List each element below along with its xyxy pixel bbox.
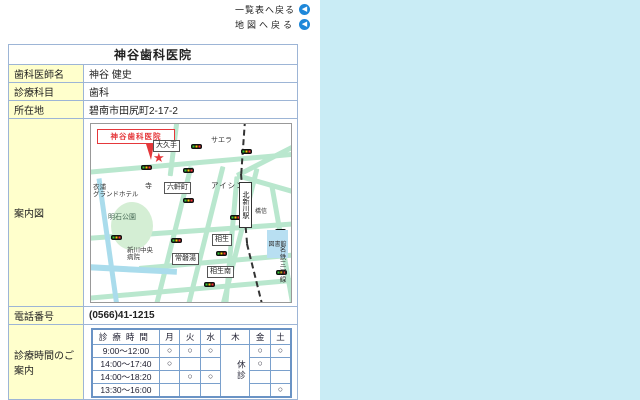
day-header-fri: 金 — [250, 329, 271, 344]
traffic-signal-icon — [183, 198, 194, 203]
schedule-time-header: 診療時間 — [92, 329, 159, 344]
map-label-hospital: 新川中央 病院 — [127, 247, 153, 262]
map-label-park: 明石公園 — [108, 214, 136, 222]
map-label-hashinobu: 橋信 — [255, 209, 267, 216]
map-label-railway: 名鉄三河線 — [276, 246, 286, 284]
open-mark: ○ — [180, 370, 201, 383]
map-label: 案内図 — [9, 119, 84, 307]
page: 一覧表へ戻る ◀ 地図へ戻る ◀ 神谷歯科医院 歯科医師名 神谷 健史 診療科目… — [0, 0, 640, 400]
map-label-aioi: 相生 — [212, 234, 232, 246]
table-row-department: 診療科目 歯科 — [9, 83, 298, 101]
phone-label: 電話番号 — [9, 307, 84, 325]
map-label-station: 北新川駅 — [239, 182, 252, 228]
time-slot: 13:30～16:00 — [92, 383, 159, 397]
time-slot: 14:00～17:40 — [92, 357, 159, 370]
traffic-signal-icon — [141, 165, 152, 170]
map-label-hotel: 衣浦 グランドホテル — [93, 184, 139, 199]
traffic-signal-icon — [183, 168, 194, 173]
table-row-schedule: 診療時間のご案内 診療時間 月 火 水 木 金 土 9:00～12:00 ○ — [9, 325, 298, 400]
clinic-title: 神谷歯科医院 — [9, 45, 298, 65]
map-label-okute: 大久手 — [153, 140, 180, 152]
dentist-name-label: 歯科医師名 — [9, 65, 84, 83]
table-row-address: 所在地 碧南市田尻町2-17-2 — [9, 101, 298, 119]
table-header-row: 神谷歯科医院 — [9, 45, 298, 65]
time-slot: 9:00～12:00 — [92, 344, 159, 357]
schedule-row: 14:00～17:40 ○ ○ — [92, 357, 291, 370]
time-slot: 14:00～18:20 — [92, 370, 159, 383]
schedule-row: 14:00～18:20 ○ ○ — [92, 370, 291, 383]
open-mark: ○ — [200, 370, 221, 383]
back-to-map-label[interactable]: 地図へ戻る — [235, 18, 295, 31]
day-header-thu: 木 — [221, 329, 250, 344]
open-mark — [180, 383, 201, 397]
schedule-label: 診療時間のご案内 — [9, 325, 84, 400]
open-mark: ○ — [250, 344, 271, 357]
map-label-aioi-minami: 相生南 — [207, 266, 234, 278]
top-nav: 一覧表へ戻る ◀ 地図へ戻る ◀ — [180, 3, 310, 31]
open-mark: ○ — [159, 357, 180, 370]
closed-thursday-cell: 休診 — [221, 344, 250, 397]
department-value: 歯科 — [84, 83, 298, 101]
railway-line — [246, 243, 263, 302]
map-label-rokkencho: 六軒町 — [164, 182, 191, 194]
open-mark: ○ — [270, 383, 291, 397]
traffic-signal-icon — [216, 251, 227, 256]
address-label: 所在地 — [9, 101, 84, 119]
open-mark: ○ — [180, 344, 201, 357]
dentist-name-value: 神谷 健史 — [84, 65, 298, 83]
table-row-phone: 電話番号 (0566)41-1215 — [9, 307, 298, 325]
phone-value: (0566)41-1215 — [84, 307, 298, 325]
back-to-list-link[interactable]: 一覧表へ戻る ◀ — [235, 3, 310, 16]
traffic-signal-icon — [171, 238, 182, 243]
table-row-map: 案内図 — [9, 119, 298, 307]
traffic-signal-icon — [191, 144, 202, 149]
schedule-table: 診療時間 月 火 水 木 金 土 9:00～12:00 ○ ○ ○ 休診 — [91, 328, 292, 398]
open-mark: ○ — [250, 357, 271, 370]
open-mark — [200, 383, 221, 397]
open-mark — [200, 357, 221, 370]
day-header-tue: 火 — [180, 329, 201, 344]
open-mark — [180, 357, 201, 370]
back-circle-icon[interactable]: ◀ — [299, 4, 310, 15]
open-mark — [270, 357, 291, 370]
clinic-info-table: 神谷歯科医院 歯科医師名 神谷 健史 診療科目 歯科 所在地 碧南市田尻町2-1… — [8, 44, 298, 400]
traffic-signal-icon — [241, 149, 252, 154]
schedule-header-row: 診療時間 月 火 水 木 金 土 — [92, 329, 291, 344]
open-mark — [159, 383, 180, 397]
schedule-row: 9:00～12:00 ○ ○ ○ 休診 ○ ○ — [92, 344, 291, 357]
park-area — [111, 202, 153, 250]
open-mark — [250, 383, 271, 397]
traffic-signal-icon — [111, 235, 122, 240]
day-header-mon: 月 — [159, 329, 180, 344]
star-marker-icon: ★ — [153, 150, 165, 166]
traffic-signal-icon — [204, 282, 215, 287]
address-value: 碧南市田尻町2-17-2 — [84, 101, 298, 119]
day-header-wed: 水 — [200, 329, 221, 344]
department-label: 診療科目 — [9, 83, 84, 101]
map-label-temple: 寺 — [145, 183, 152, 191]
area-map-image: 神谷歯科医院 ★ サエラ 大久手 六軒町 寺 アイシン 衣浦 グランドホテル 明… — [90, 123, 292, 303]
open-mark — [159, 370, 180, 383]
open-mark — [270, 370, 291, 383]
table-row-dentist: 歯科医師名 神谷 健史 — [9, 65, 298, 83]
map-label-tokiwayu: 常磐湯 — [172, 253, 199, 265]
map-label-saera: サエラ — [211, 137, 232, 145]
schedule-row: 13:30～16:00 ○ — [92, 383, 291, 397]
open-mark: ○ — [270, 344, 291, 357]
back-to-list-label[interactable]: 一覧表へ戻る — [235, 3, 295, 16]
back-to-map-link[interactable]: 地図へ戻る ◀ — [235, 18, 310, 31]
right-background-panel — [320, 0, 640, 400]
open-mark: ○ — [200, 344, 221, 357]
open-mark — [250, 370, 271, 383]
day-header-sat: 土 — [270, 329, 291, 344]
back-circle-icon[interactable]: ◀ — [299, 19, 310, 30]
open-mark: ○ — [159, 344, 180, 357]
